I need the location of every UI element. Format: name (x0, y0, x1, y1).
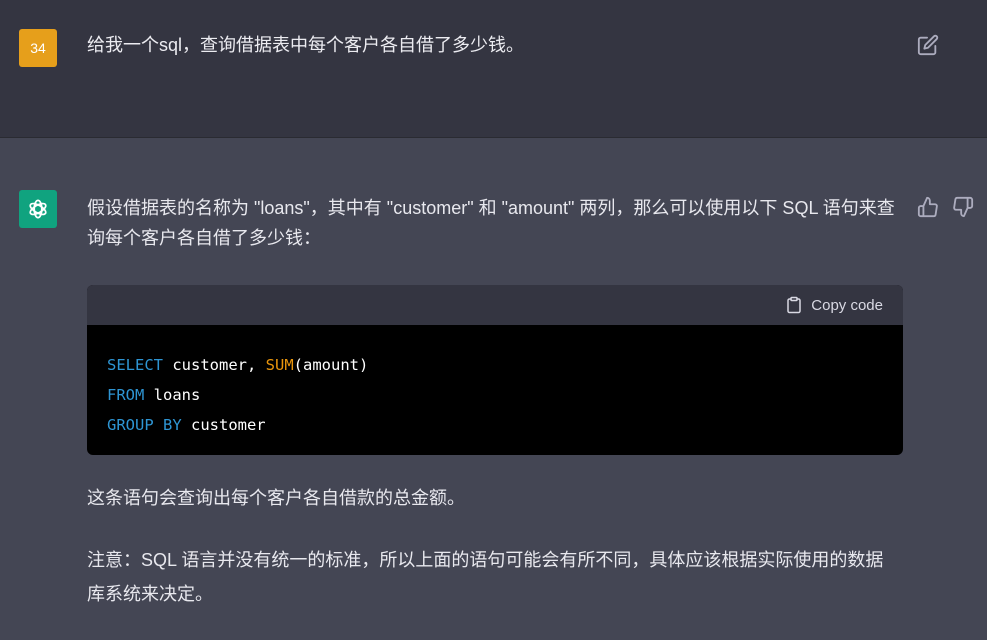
code-block: Copy code SELECT customer, SUM(amount) F… (87, 285, 903, 455)
assistant-paragraph-2: 注意：SQL 语言并没有统一的标准，所以上面的语句可能会有所不同，具体应该根据实… (87, 550, 884, 604)
edit-icon[interactable] (917, 34, 939, 56)
copy-code-button[interactable]: Copy code (785, 294, 883, 316)
thumbs-up-icon[interactable] (917, 196, 939, 218)
code-line: FROM loans (107, 380, 883, 410)
code-text: loans (144, 386, 201, 404)
assistant-avatar (19, 190, 57, 228)
thumbs-down-icon[interactable] (952, 196, 974, 218)
copy-code-label: Copy code (811, 296, 883, 314)
assistant-message-row: 假设借据表的名称为 "loans"，其中有 "customer" 和 "amou… (0, 139, 987, 640)
code-text: (amount) (293, 356, 369, 374)
code-text: customer, (163, 356, 266, 374)
code-line: GROUP BY customer (107, 410, 883, 440)
code-keyword: FROM (107, 386, 145, 404)
user-message-text: 给我一个sql，查询借据表中每个客户各自借了多少钱。 (87, 35, 525, 55)
assistant-intro-text: 假设借据表的名称为 "loans"，其中有 "customer" 和 "amou… (87, 198, 895, 248)
user-avatar: 34 (19, 29, 57, 67)
code-text: customer (181, 416, 266, 434)
code-keyword: SELECT (107, 356, 163, 374)
code-block-header: Copy code (87, 285, 903, 325)
code-function: SUM (265, 356, 294, 374)
code-keyword: GROUP BY (107, 416, 182, 434)
assistant-paragraph-1: 这条语句会查询出每个客户各自借款的总金额。 (87, 488, 465, 508)
code-line: SELECT customer, SUM(amount) (107, 350, 883, 380)
openai-logo-icon (29, 199, 47, 219)
clipboard-icon (787, 296, 802, 314)
code-body: SELECT customer, SUM(amount) FROM loans … (87, 325, 903, 440)
user-message-row: 34 给我一个sql，查询借据表中每个客户各自借了多少钱。 (0, 0, 987, 138)
